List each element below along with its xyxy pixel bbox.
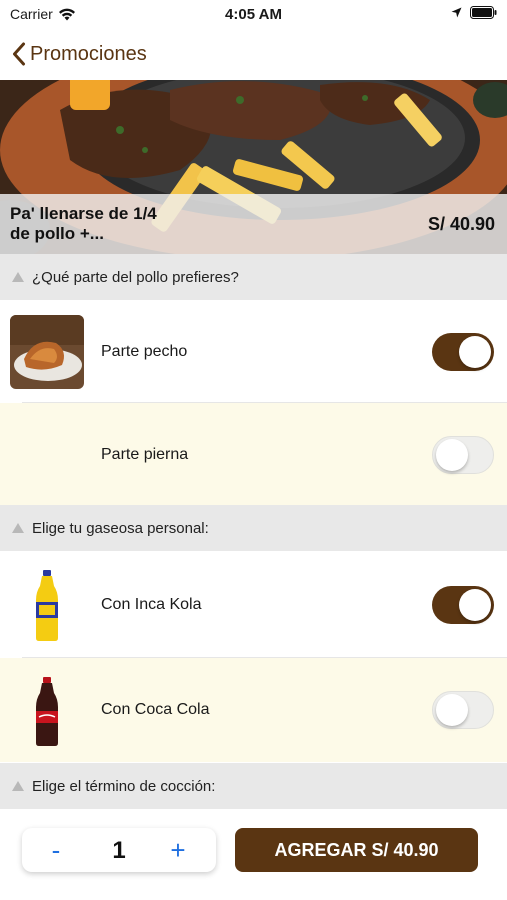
quantity-stepper: - 1 +	[22, 828, 216, 872]
option-thumbnail-chicken-breast	[10, 315, 84, 389]
product-price: S/ 40.90	[427, 214, 495, 234]
toggle-knob	[459, 589, 491, 621]
inca-kola-bottle-icon	[10, 568, 84, 642]
product-hero-image: Pa' llenarse de 1/4 de pollo +... S/ 40.…	[0, 80, 507, 254]
section-title: Elige el término de cocción:	[32, 777, 216, 795]
section-header-chicken-part[interactable]: ¿Qué parte del pollo prefieres?	[0, 254, 507, 300]
coca-cola-bottle-icon	[36, 677, 58, 746]
option-row-coca-cola[interactable]: Con Coca Cola	[0, 658, 507, 762]
toggle-inca-kola[interactable]	[432, 586, 494, 624]
option-label: Con Inca Kola	[101, 596, 202, 613]
section-header-soda[interactable]: Elige tu gaseosa personal:	[0, 505, 507, 551]
option-label: Parte pierna	[101, 446, 189, 463]
battery-icon	[470, 6, 497, 19]
status-time: 4:05 AM	[225, 6, 282, 23]
option-row-inca-kola[interactable]: Con Inca Kola	[0, 553, 507, 657]
section-header-cooking-term[interactable]: Elige el término de cocción:	[0, 763, 507, 809]
toggle-knob	[436, 439, 468, 471]
bottom-action-bar: - 1 + AGREGAR S/ 40.90	[0, 814, 507, 900]
option-thumbnail-inca-kola	[10, 568, 84, 642]
status-bar: Carrier 4:05 AM	[0, 0, 507, 28]
increment-button[interactable]: +	[160, 834, 196, 866]
collapse-triangle-icon	[12, 272, 24, 282]
product-caption: Pa' llenarse de 1/4 de pollo +... S/ 40.…	[0, 194, 507, 254]
section-title: ¿Qué parte del pollo prefieres?	[32, 268, 239, 286]
toggle-parte-pierna[interactable]	[432, 436, 494, 474]
toggle-knob	[459, 336, 491, 368]
toggle-parte-pecho[interactable]	[432, 333, 494, 371]
collapse-triangle-icon	[12, 523, 24, 533]
product-title: Pa' llenarse de 1/4 de pollo +...	[10, 204, 157, 243]
option-label: Parte pecho	[101, 343, 188, 360]
back-button[interactable]: Promociones	[0, 42, 147, 66]
section-title: Elige tu gaseosa personal:	[32, 519, 209, 537]
toggle-coca-cola[interactable]	[432, 691, 494, 729]
navigation-bar: Promociones	[0, 28, 507, 80]
status-right-icons	[451, 6, 497, 19]
decrement-button[interactable]: -	[38, 834, 74, 866]
option-row-parte-pecho[interactable]: Parte pecho	[0, 300, 507, 404]
chevron-left-icon	[13, 42, 25, 66]
chicken-photo	[10, 315, 84, 389]
toggle-knob	[436, 694, 468, 726]
add-to-cart-button[interactable]: AGREGAR S/ 40.90	[235, 828, 478, 872]
quantity-value: 1	[112, 837, 126, 864]
back-button-label: Promociones	[30, 42, 147, 65]
option-thumbnail-coca-cola	[10, 673, 84, 747]
option-row-parte-pierna[interactable]: Parte pierna	[0, 403, 507, 507]
location-arrow-icon	[451, 7, 462, 18]
collapse-triangle-icon	[12, 781, 24, 791]
option-label: Con Coca Cola	[101, 701, 210, 718]
